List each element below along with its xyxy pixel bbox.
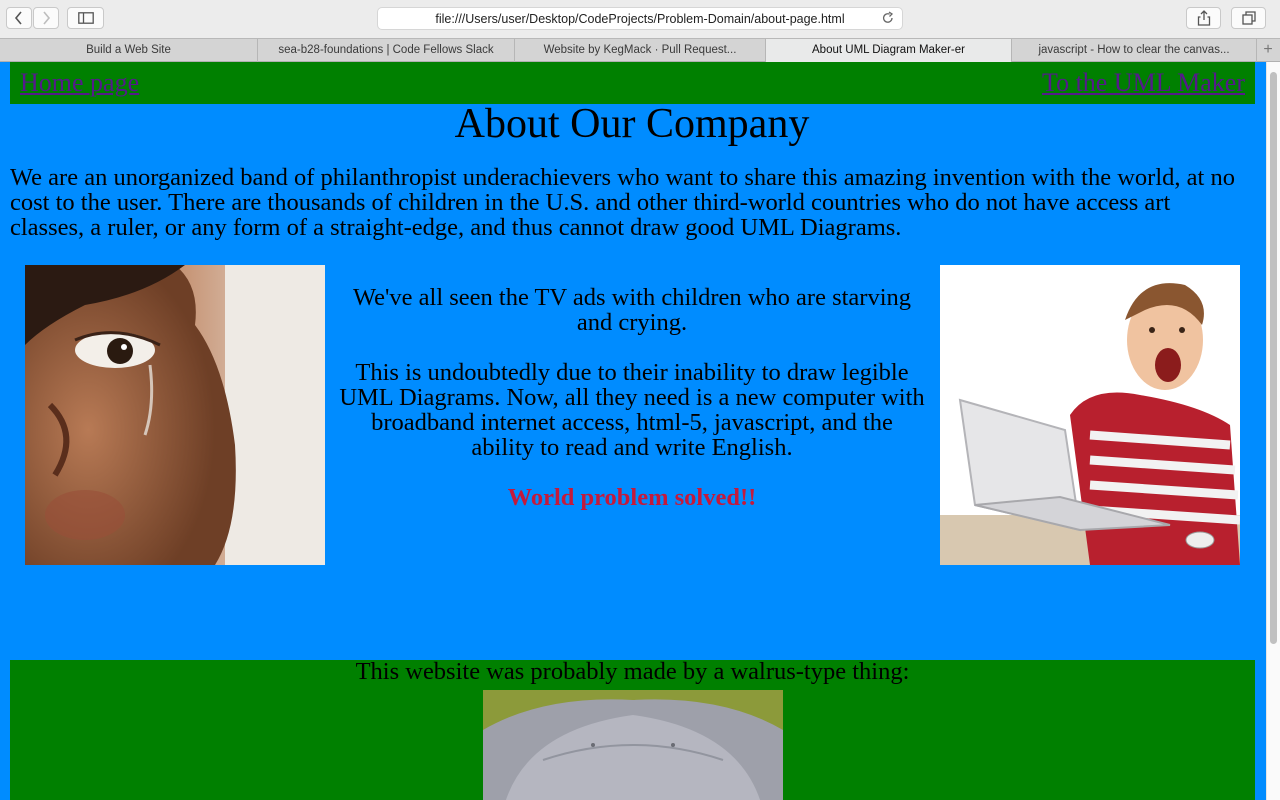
scrollbar-thumb[interactable] (1270, 72, 1277, 644)
sidebar-toggle-button[interactable] (67, 7, 104, 29)
tab-pull-request[interactable]: Website by KegMack · Pull Request... (515, 39, 766, 62)
walrus-caption: This website was probably made by a walr… (355, 658, 910, 685)
page-viewport: Home page To the UML Maker About Our Com… (0, 62, 1266, 800)
chevron-left-icon (14, 11, 22, 25)
crying-child-image (25, 265, 325, 565)
home-page-link[interactable]: Home page (20, 68, 139, 98)
tabs-overview-button[interactable] (1231, 7, 1266, 29)
uml-maker-link[interactable]: To the UML Maker (1042, 68, 1245, 98)
new-tab-button[interactable]: + (1256, 39, 1280, 62)
back-button[interactable] (6, 7, 32, 29)
vertical-scrollbar[interactable] (1266, 62, 1280, 800)
middle-text: We've all seen the TV ads with children … (337, 285, 927, 535)
share-icon (1197, 10, 1210, 26)
tab-bar: Build a Web Site sea-b28-foundations | C… (0, 38, 1280, 62)
address-url: file:///Users/user/Desktop/CodeProjects/… (435, 12, 845, 26)
intro-paragraph: We are an unorganized band of philanthro… (10, 164, 1235, 241)
tab-javascript-canvas[interactable]: javascript - How to clear the canvas... (1012, 39, 1257, 62)
walrus-image (483, 690, 783, 800)
chevron-right-icon (43, 11, 51, 25)
page-title: About Our Company (454, 101, 810, 147)
tabs-overview-icon (1241, 11, 1256, 25)
footer-section: This website was probably made by a walr… (10, 658, 1255, 800)
tv-ads-paragraph: We've all seen the TV ads with children … (352, 284, 912, 336)
reload-icon[interactable] (881, 11, 895, 25)
share-button[interactable] (1186, 7, 1221, 29)
boy-with-laptop-image (940, 265, 1240, 565)
tab-about-uml[interactable]: About UML Diagram Maker-er (766, 39, 1012, 62)
forward-button[interactable] (33, 7, 59, 29)
browser-toolbar: file:///Users/user/Desktop/CodeProjects/… (0, 0, 1280, 38)
tab-build-a-web-site[interactable]: Build a Web Site (0, 39, 258, 62)
address-bar[interactable]: file:///Users/user/Desktop/CodeProjects/… (377, 7, 903, 30)
problem-solved-text: World problem solved!! (507, 484, 757, 511)
nav-bar: Home page To the UML Maker (10, 62, 1255, 104)
tab-code-fellows-slack[interactable]: sea-b28-foundations | Code Fellows Slack (258, 39, 515, 62)
sidebar-icon (77, 12, 94, 24)
inability-paragraph: This is undoubtedly due to their inabili… (339, 359, 925, 461)
